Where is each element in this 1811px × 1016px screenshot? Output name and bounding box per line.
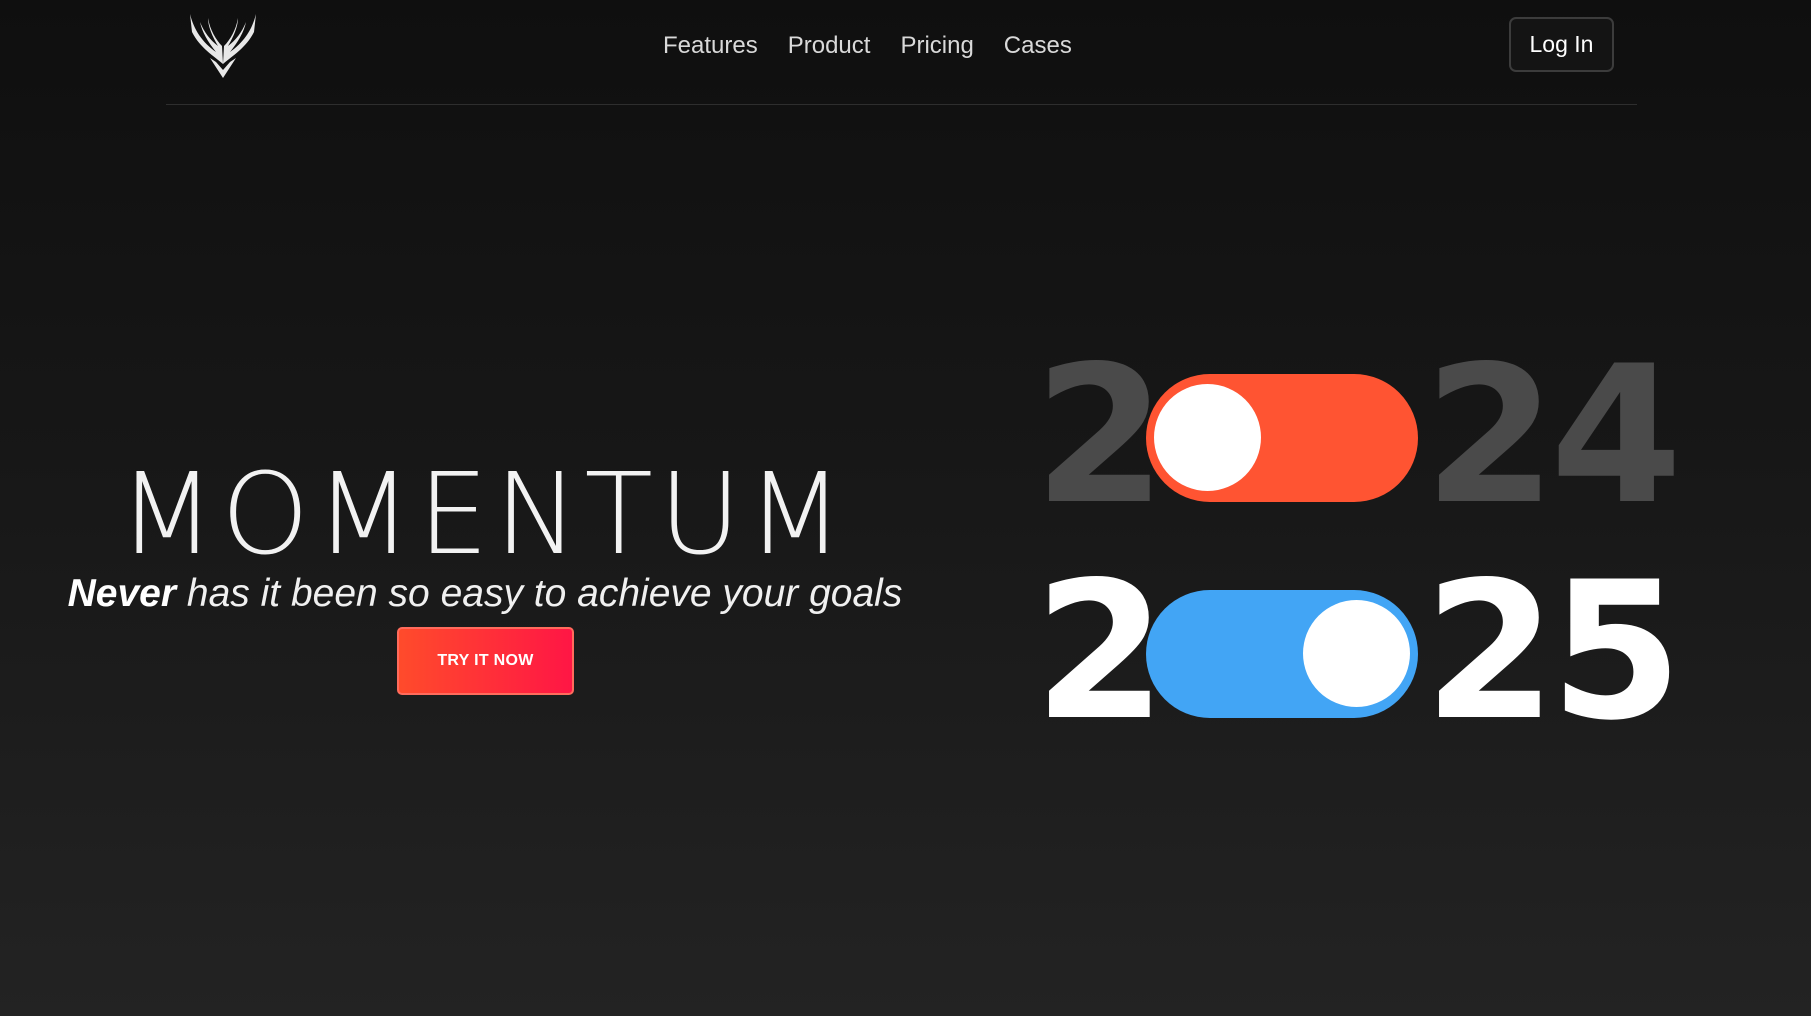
year-current-toggle[interactable]	[1146, 590, 1418, 718]
toggle-knob	[1154, 384, 1261, 491]
nav-link-features[interactable]: Features	[663, 32, 758, 60]
year-current-first-digit: 2	[1034, 541, 1166, 762]
year-previous-toggle[interactable]	[1146, 374, 1418, 502]
try-it-now-button[interactable]: TRY IT NOW	[397, 627, 574, 695]
tagline-emphasis: Never	[67, 572, 177, 615]
toggle-knob	[1303, 600, 1410, 707]
nav-link-product[interactable]: Product	[788, 32, 871, 60]
tagline-text: has it been so easy to achieve your goal…	[176, 572, 903, 615]
main-nav: Features Product Pricing Cases	[663, 32, 1072, 60]
year-current-rest-digits: 25	[1424, 541, 1682, 762]
hero-title: MOMENTUM	[118, 450, 850, 581]
nav-link-cases[interactable]: Cases	[1004, 32, 1072, 60]
winged-logo-icon[interactable]	[188, 12, 258, 80]
hero-tagline: Never has it been so easy to achieve you…	[40, 569, 930, 619]
year-previous-rest-digits: 24	[1424, 325, 1682, 546]
nav-link-pricing[interactable]: Pricing	[900, 32, 973, 60]
login-button[interactable]: Log In	[1509, 17, 1614, 72]
year-previous: 2 24	[1034, 325, 1682, 546]
year-previous-first-digit: 2	[1034, 325, 1166, 546]
site-header: Features Product Pricing Cases Log In	[166, 0, 1637, 105]
year-current: 2 25	[1034, 541, 1682, 762]
